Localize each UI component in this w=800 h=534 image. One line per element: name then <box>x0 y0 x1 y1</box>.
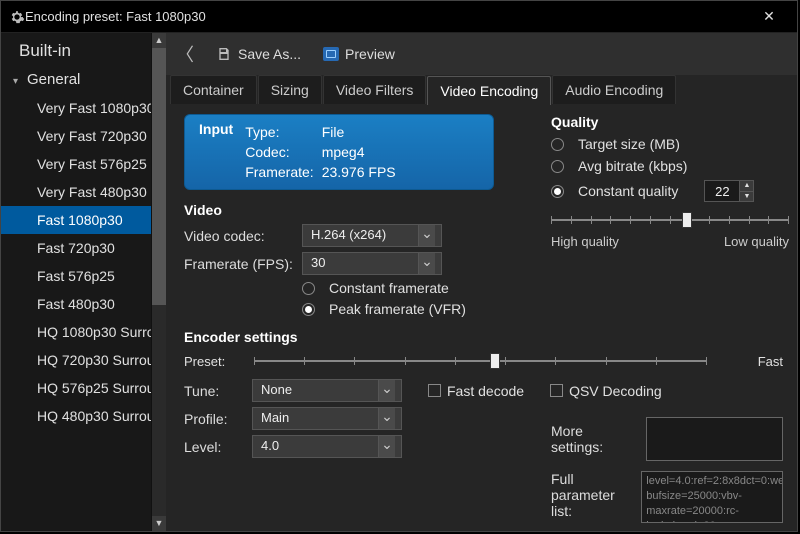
constant-framerate-radio[interactable] <box>302 282 315 295</box>
avg-bitrate-label[interactable]: Avg bitrate (kbps) <box>578 158 687 174</box>
preview-label: Preview <box>345 46 395 62</box>
preset-item[interactable]: Very Fast 1080p30 <box>1 94 151 122</box>
input-fps-label: Framerate: <box>245 163 319 181</box>
preset-slider[interactable] <box>254 351 707 371</box>
save-as-button[interactable]: Save As... <box>212 42 305 66</box>
tab-video-filters[interactable]: Video Filters <box>323 75 427 104</box>
full-params-box: level=4.0:ref=2:8x8dct=0:weightp=1:subme… <box>641 471 783 523</box>
preset-item[interactable]: Very Fast 576p25 <box>1 150 151 178</box>
preset-root[interactable]: Built-in <box>1 35 151 67</box>
constant-quality-radio[interactable] <box>551 185 564 198</box>
profile-label: Profile: <box>184 411 244 427</box>
more-settings-input[interactable] <box>646 417 783 461</box>
preset-item[interactable]: HQ 720p30 Surround <box>1 346 151 374</box>
tune-label: Tune: <box>184 383 244 399</box>
tab-sizing[interactable]: Sizing <box>258 75 322 104</box>
scroll-down-button[interactable]: ▼ <box>152 516 166 531</box>
framerate-label: Framerate (FPS): <box>184 256 294 272</box>
preset-item[interactable]: Fast 1080p30 <box>1 206 151 234</box>
low-quality-label: Low quality <box>724 234 789 249</box>
scroll-up-button[interactable]: ▲ <box>152 33 166 48</box>
constant-quality-spinner[interactable]: ▲▼ <box>704 180 754 202</box>
sidebar-scrollbar[interactable]: ▲ ▼ <box>151 33 166 531</box>
video-encoding-panel: Input Type:File Codec:mpeg4 Framerate:23… <box>166 104 797 531</box>
preset-item[interactable]: Fast 720p30 <box>1 234 151 262</box>
preview-button[interactable]: Preview <box>319 42 399 66</box>
quality-slider[interactable] <box>551 208 789 232</box>
quality-heading: Quality <box>551 114 789 130</box>
framerate-select[interactable]: 30 <box>302 252 442 275</box>
input-heading: Input <box>199 121 233 183</box>
input-type-value: File <box>322 123 402 141</box>
video-codec-select[interactable]: H.264 (x264) <box>302 224 442 247</box>
preset-value: Fast <box>723 354 783 369</box>
input-type-label: Type: <box>245 123 319 141</box>
target-size-radio[interactable] <box>551 138 564 151</box>
preset-item[interactable]: Very Fast 720p30 <box>1 122 151 150</box>
constant-quality-label[interactable]: Constant quality <box>578 183 678 199</box>
cq-up[interactable]: ▲ <box>739 181 753 192</box>
preset-item[interactable]: Very Fast 480p30 <box>1 178 151 206</box>
constant-quality-input[interactable] <box>705 181 739 201</box>
cq-down[interactable]: ▼ <box>739 192 753 202</box>
preset-item[interactable]: HQ 480p30 Surround <box>1 402 151 430</box>
video-codec-label: Video codec: <box>184 228 294 244</box>
gear-icon <box>9 9 25 25</box>
avg-bitrate-radio[interactable] <box>551 160 564 173</box>
constant-framerate-label[interactable]: Constant framerate <box>329 280 449 296</box>
encoder-heading: Encoder settings <box>184 329 783 345</box>
qsv-decoding-checkbox[interactable]: QSV Decoding <box>550 383 662 399</box>
level-select[interactable]: 4.0 <box>252 435 402 458</box>
input-info-block: Input Type:File Codec:mpeg4 Framerate:23… <box>184 114 494 190</box>
tab-audio-encoding[interactable]: Audio Encoding <box>552 75 676 104</box>
preset-item[interactable]: Fast 576p25 <box>1 262 151 290</box>
preview-icon <box>323 47 339 61</box>
full-params-label: Full parameter list: <box>551 471 633 519</box>
peak-framerate-radio[interactable] <box>302 303 315 316</box>
scroll-thumb[interactable] <box>152 48 166 305</box>
tab-video-encoding[interactable]: Video Encoding <box>427 76 551 105</box>
tab-container[interactable]: Container <box>170 75 257 104</box>
titlebar: Encoding preset: Fast 1080p30 ✕ <box>1 1 797 33</box>
preset-group-general[interactable]: General <box>1 67 151 94</box>
more-settings-label: More settings: <box>551 423 638 455</box>
preset-sidebar: Built-in General Very Fast 1080p30Very F… <box>1 33 166 531</box>
input-fps-value: 23.976 FPS <box>322 163 402 181</box>
fast-decode-checkbox[interactable]: Fast decode <box>428 383 524 399</box>
toolbar: 〈 Save As... Preview <box>166 33 797 75</box>
input-codec-value: mpeg4 <box>322 143 402 161</box>
tabs: ContainerSizingVideo FiltersVideo Encodi… <box>166 75 797 104</box>
target-size-label[interactable]: Target size (MB) <box>578 136 680 152</box>
back-button[interactable]: 〈 <box>172 41 198 67</box>
input-codec-label: Codec: <box>245 143 319 161</box>
high-quality-label: High quality <box>551 234 619 249</box>
peak-framerate-label[interactable]: Peak framerate (VFR) <box>329 301 466 317</box>
save-icon <box>216 46 232 62</box>
preset-item[interactable]: HQ 1080p30 Surround <box>1 318 151 346</box>
level-label: Level: <box>184 439 244 455</box>
preset-label: Preset: <box>184 354 238 369</box>
tune-select[interactable]: None <box>252 379 402 402</box>
close-button[interactable]: ✕ <box>749 8 789 25</box>
profile-select[interactable]: Main <box>252 407 402 430</box>
window-title: Encoding preset: Fast 1080p30 <box>25 9 749 24</box>
preset-item[interactable]: HQ 576p25 Surround <box>1 374 151 402</box>
preset-item[interactable]: Fast 480p30 <box>1 290 151 318</box>
save-as-label: Save As... <box>238 46 301 62</box>
